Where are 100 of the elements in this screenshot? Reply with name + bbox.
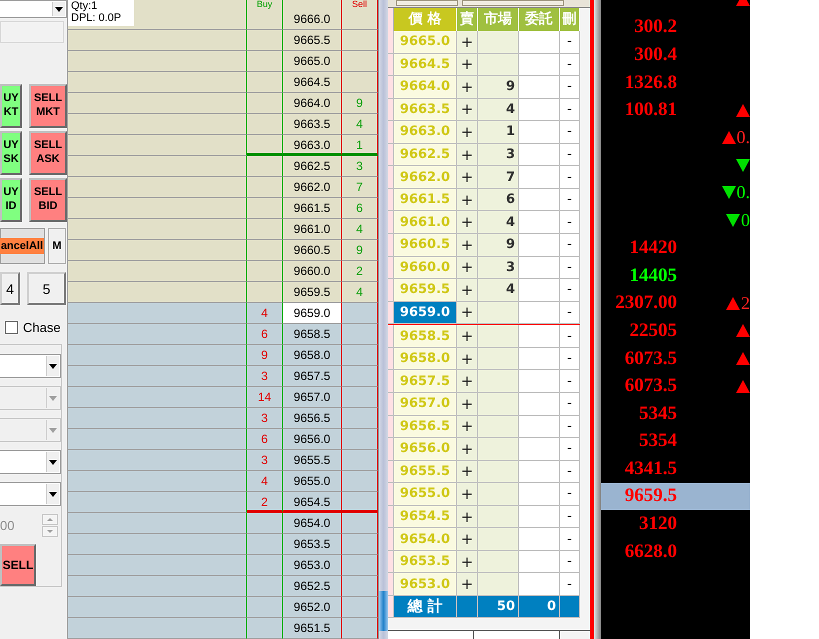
bid-quantity[interactable] (247, 618, 283, 639)
sell-cell[interactable]: + (457, 573, 478, 596)
chase-checkbox[interactable] (5, 321, 18, 334)
dropdown[interactable] (0, 0, 67, 18)
order-cell[interactable] (519, 30, 560, 54)
sell-cell[interactable]: + (457, 234, 478, 257)
toolbar-button[interactable] (396, 0, 458, 6)
sell-cell[interactable]: + (457, 370, 478, 393)
order-cell[interactable] (519, 506, 560, 528)
sell-cell[interactable]: + (457, 256, 478, 280)
cancel-all-button[interactable]: ancelAll (0, 228, 45, 264)
delete-cell[interactable]: - (560, 438, 580, 461)
sell-cell[interactable]: + (457, 460, 478, 484)
sell-cell[interactable]: + (457, 392, 478, 416)
sell-cell[interactable]: + (457, 483, 478, 506)
delete-cell[interactable]: - (560, 30, 580, 54)
price-cell[interactable]: 9659.0 (283, 303, 342, 324)
sell-cell[interactable]: + (457, 188, 478, 212)
sell-cell[interactable]: + (457, 325, 478, 348)
sell-cell[interactable]: + (457, 302, 478, 324)
sell-cell[interactable]: + (457, 166, 478, 189)
order-cell[interactable] (519, 302, 560, 324)
sell-cell[interactable]: + (457, 30, 478, 54)
number-button[interactable]: 4 (0, 272, 20, 305)
order-cell[interactable] (519, 483, 560, 506)
delete-cell[interactable]: - (560, 211, 580, 234)
trade-button[interactable]: UY KT (0, 84, 22, 128)
splitter-bar[interactable] (594, 0, 601, 639)
order-cell[interactable] (519, 76, 560, 99)
order-cell[interactable] (519, 348, 560, 370)
delete-cell[interactable]: - (560, 506, 580, 528)
order-cell[interactable] (519, 54, 560, 76)
input-field[interactable] (0, 21, 64, 43)
delete-cell[interactable]: - (560, 121, 580, 144)
delete-cell[interactable]: - (560, 550, 580, 574)
delete-cell[interactable]: - (560, 76, 580, 99)
order-cell[interactable] (519, 416, 560, 438)
sell-cell[interactable]: + (457, 98, 478, 122)
delete-cell[interactable]: - (560, 279, 580, 302)
order-cell[interactable] (519, 279, 560, 302)
delete-cell[interactable]: - (560, 348, 580, 370)
scrollbar[interactable] (378, 0, 388, 639)
order-cell[interactable] (519, 256, 560, 280)
sell-cell[interactable]: + (457, 438, 478, 461)
order-cell[interactable] (519, 121, 560, 144)
delete-cell[interactable]: - (560, 98, 580, 122)
sell-cell[interactable]: + (457, 550, 478, 574)
number-button[interactable]: 5 (27, 272, 66, 305)
sell-cell[interactable]: + (457, 348, 478, 370)
sell-cell[interactable]: + (457, 76, 478, 99)
delete-cell[interactable]: - (560, 188, 580, 212)
delete-cell[interactable]: - (560, 528, 580, 551)
sell-cell[interactable]: + (457, 416, 478, 438)
price-cell[interactable]: 9651.5 (283, 618, 342, 639)
delete-cell[interactable]: - (560, 166, 580, 189)
order-cell[interactable] (519, 325, 560, 348)
order-cell[interactable] (519, 234, 560, 257)
order-cell[interactable] (519, 392, 560, 416)
trade-button[interactable]: UY ID (0, 178, 22, 222)
order-cell[interactable] (519, 98, 560, 122)
sell-cell[interactable]: + (457, 54, 478, 76)
delete-cell[interactable]: - (560, 302, 580, 324)
order-cell[interactable] (519, 438, 560, 461)
spin-up-button[interactable] (42, 514, 58, 524)
delete-cell[interactable]: - (560, 392, 580, 416)
order-cell[interactable] (519, 370, 560, 393)
delete-cell[interactable]: - (560, 370, 580, 393)
delete-cell[interactable]: - (560, 144, 580, 166)
sell-cell[interactable]: + (457, 279, 478, 302)
sell-cell[interactable]: + (457, 506, 478, 528)
order-cell[interactable] (519, 550, 560, 574)
sell-cell[interactable]: + (457, 121, 478, 144)
trade-button[interactable]: SELL ASK (29, 131, 67, 175)
delete-cell[interactable]: - (560, 460, 580, 484)
delete-cell[interactable]: - (560, 234, 580, 257)
order-cell[interactable] (519, 144, 560, 166)
sell-cell[interactable]: + (457, 528, 478, 551)
trade-button[interactable]: UY SK (0, 131, 22, 175)
delete-cell[interactable]: - (560, 483, 580, 506)
dropdown[interactable] (0, 450, 61, 474)
dropdown[interactable] (0, 354, 61, 378)
order-cell[interactable] (519, 460, 560, 484)
trade-button[interactable]: SELL MKT (29, 84, 67, 128)
order-cell[interactable] (519, 211, 560, 234)
sell-cell[interactable]: + (457, 211, 478, 234)
delete-cell[interactable]: - (560, 325, 580, 348)
order-cell[interactable] (519, 528, 560, 551)
order-cell[interactable] (519, 188, 560, 212)
delete-cell[interactable]: - (560, 256, 580, 280)
order-cell[interactable] (519, 573, 560, 596)
sell-button[interactable]: SELL (0, 544, 36, 586)
dropdown[interactable] (0, 482, 61, 506)
delete-cell[interactable]: - (560, 573, 580, 596)
delete-cell[interactable]: - (560, 416, 580, 438)
m-button[interactable]: M (48, 228, 66, 264)
spin-down-button[interactable] (42, 526, 58, 536)
order-cell[interactable] (519, 166, 560, 189)
sell-cell[interactable]: + (457, 144, 478, 166)
price-cell[interactable]: 9659.0 (394, 302, 457, 324)
delete-cell[interactable]: - (560, 54, 580, 76)
